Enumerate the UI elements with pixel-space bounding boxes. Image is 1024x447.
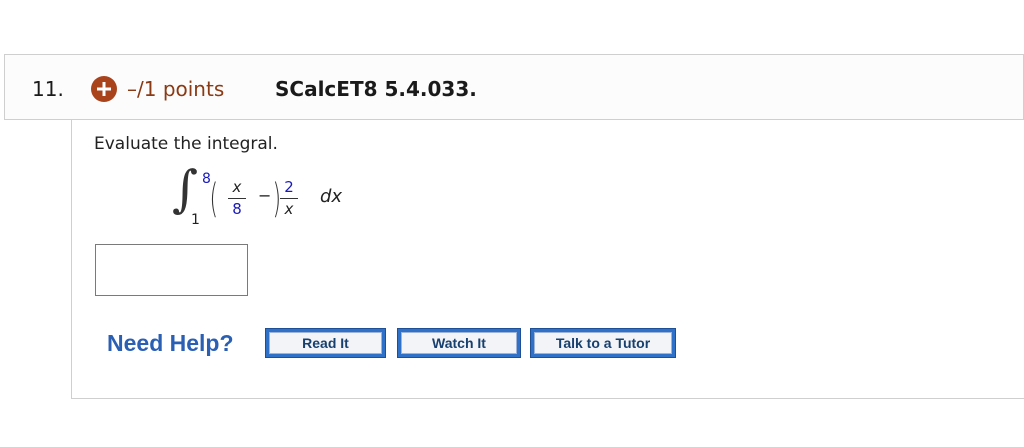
fraction-bar [280,198,298,199]
need-help-label: Need Help? [107,330,234,356]
fraction-denominator: 8 [232,200,242,218]
plus-circle-icon[interactable] [91,76,117,102]
question-prompt: Evaluate the integral. [94,134,278,154]
minus-operator: − [258,186,272,205]
read-it-label: Read It [269,332,382,354]
read-it-button[interactable]: Read It [265,328,386,358]
question-source: SCalcET8 5.4.033. [275,77,477,101]
fraction-numerator: 2 [284,178,294,196]
differential: dx [320,186,343,207]
integral-sign: ∫ [172,160,199,218]
answer-field-container [95,244,248,296]
talk-to-tutor-label: Talk to a Tutor [534,332,672,354]
integral-expression: ∫ 8 1 ( x 8 − 2 x ) dx [172,160,452,236]
points-label: –/1 points [127,77,225,101]
question-number: 11. [32,77,64,101]
fraction-numerator: x [232,178,242,196]
right-paren: ) [272,176,282,222]
talk-to-tutor-button[interactable]: Talk to a Tutor [530,328,676,358]
fraction-bar [228,198,246,199]
question-body: Evaluate the integral. ∫ 8 1 ( x 8 − 2 x… [71,120,1024,399]
fraction-denominator: x [284,200,294,218]
watch-it-button[interactable]: Watch It [397,328,521,358]
left-paren: ( [209,176,219,222]
watch-it-label: Watch It [401,332,517,354]
answer-input[interactable] [96,245,247,295]
lower-limit: 1 [191,212,200,228]
question-header: 11. –/1 points SCalcET8 5.4.033. [4,54,1024,120]
